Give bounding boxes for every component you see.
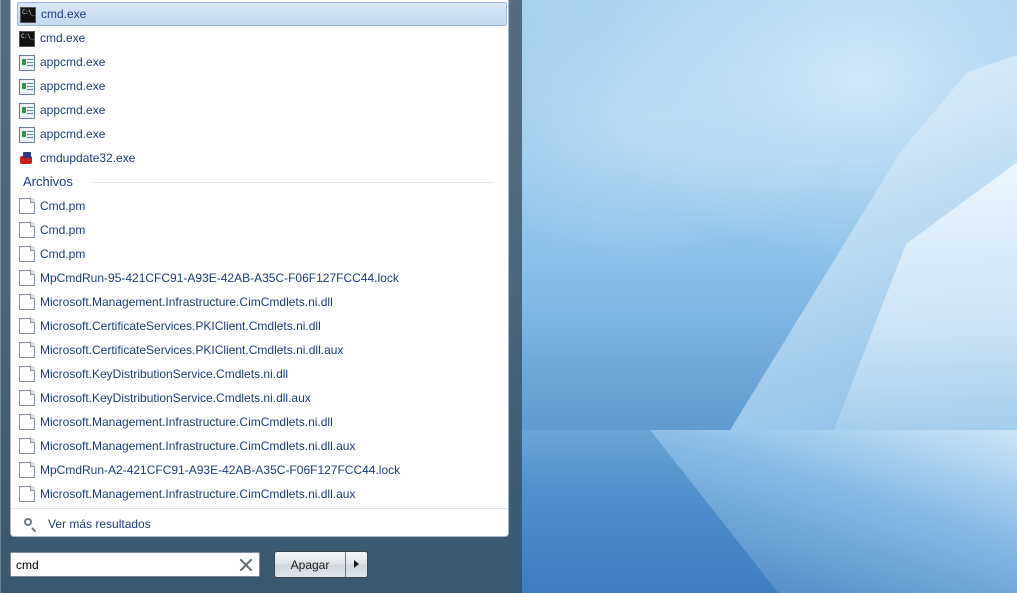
file-icon (19, 390, 35, 406)
file-icon (19, 486, 35, 502)
search-results-panel: cmd.exe cmd.exe appcmd.exe appcmd.exe ap… (10, 0, 509, 537)
start-menu: cmd.exe cmd.exe appcmd.exe appcmd.exe ap… (0, 0, 522, 593)
result-label: Cmd.pm (40, 247, 86, 261)
result-program[interactable]: cmd.exe (17, 2, 507, 26)
result-program[interactable]: cmd.exe (17, 26, 507, 50)
file-icon (19, 366, 35, 382)
result-file[interactable]: Microsoft.CertificateServices.PKIClient.… (17, 314, 507, 338)
result-file[interactable]: Microsoft.Management.Infrastructure.CimC… (17, 434, 507, 458)
file-icon (19, 222, 35, 238)
result-label: MpCmdRun-95-421CFC91-A93E-42AB-A35C-F06F… (40, 271, 399, 285)
result-label: Microsoft.Management.Infrastructure.CimC… (40, 487, 356, 501)
appcmd-icon (19, 78, 35, 95)
search-icon (23, 517, 37, 531)
result-label: Microsoft.Management.Infrastructure.CimC… (40, 415, 333, 429)
result-label: cmd.exe (40, 31, 86, 45)
cmd-icon (20, 6, 36, 23)
result-label: appcmd.exe (40, 55, 106, 69)
section-header-files: Archivos (23, 174, 73, 189)
file-icon (19, 414, 35, 430)
result-label: appcmd.exe (40, 127, 106, 141)
result-label: MpCmdRun-A2-421CFC91-A93E-42AB-A35C-F06F… (40, 463, 401, 477)
shutdown-options-arrow-icon[interactable] (346, 552, 367, 577)
search-input[interactable] (16, 555, 236, 574)
appcmd-icon (19, 54, 35, 71)
result-label: appcmd.exe (40, 103, 106, 117)
file-icon (19, 462, 35, 478)
result-label: cmd.exe (41, 7, 87, 21)
result-file[interactable]: Microsoft.CertificateServices.PKIClient.… (17, 338, 507, 362)
result-program[interactable]: appcmd.exe (17, 98, 507, 122)
file-icon (19, 246, 35, 262)
installer-icon (19, 150, 35, 166)
result-file[interactable]: MpCmdRun-95-421CFC91-A93E-42AB-A35C-F06F… (17, 266, 507, 290)
results-divider (11, 508, 508, 509)
result-label: cmdupdate32.exe (40, 151, 136, 165)
result-file[interactable]: Microsoft.KeyDistributionService.Cmdlets… (17, 386, 507, 410)
shutdown-button[interactable]: Apagar (275, 552, 346, 577)
result-label: Microsoft.KeyDistributionService.Cmdlets… (40, 391, 311, 405)
result-label: Microsoft.Management.Infrastructure.CimC… (40, 439, 356, 453)
result-program[interactable]: appcmd.exe (17, 50, 507, 74)
file-icon (19, 198, 35, 214)
file-icon (19, 438, 35, 454)
result-program[interactable]: cmdupdate32.exe (17, 146, 507, 170)
file-icon (19, 318, 35, 334)
see-more-results-link[interactable]: Ver más resultados (23, 513, 151, 535)
file-icon (19, 294, 35, 310)
result-file[interactable]: MpCmdRun-A2-421CFC91-A93E-42AB-A35C-F06F… (17, 458, 507, 482)
result-file[interactable]: Cmd.pm (17, 218, 507, 242)
result-label: Microsoft.CertificateServices.PKIClient.… (40, 343, 344, 357)
result-file[interactable]: Microsoft.Management.Infrastructure.CimC… (17, 410, 507, 434)
appcmd-icon (19, 126, 35, 143)
result-file[interactable]: Microsoft.KeyDistributionService.Cmdlets… (17, 362, 507, 386)
file-icon (19, 270, 35, 286)
result-label: appcmd.exe (40, 79, 106, 93)
result-label: Microsoft.Management.Infrastructure.CimC… (40, 295, 333, 309)
result-label: Cmd.pm (40, 199, 86, 213)
appcmd-icon (19, 102, 35, 119)
result-file[interactable]: Cmd.pm (17, 194, 507, 218)
cmd-icon (19, 30, 35, 47)
result-program[interactable]: appcmd.exe (17, 74, 507, 98)
result-file[interactable]: Microsoft.Management.Infrastructure.CimC… (17, 482, 507, 506)
result-file[interactable]: Microsoft.Management.Infrastructure.CimC… (17, 290, 507, 314)
clear-search-icon[interactable] (239, 558, 253, 572)
file-icon (19, 342, 35, 358)
result-file[interactable]: Cmd.pm (17, 242, 507, 266)
result-label: Microsoft.KeyDistributionService.Cmdlets… (40, 367, 289, 381)
result-program[interactable]: appcmd.exe (17, 122, 507, 146)
result-label: Cmd.pm (40, 223, 86, 237)
start-search-box[interactable] (10, 552, 260, 577)
section-divider (93, 182, 493, 183)
result-label: Microsoft.CertificateServices.PKIClient.… (40, 319, 321, 333)
shutdown-button-group: Apagar (274, 551, 368, 578)
see-more-results-label: Ver más resultados (48, 517, 151, 531)
